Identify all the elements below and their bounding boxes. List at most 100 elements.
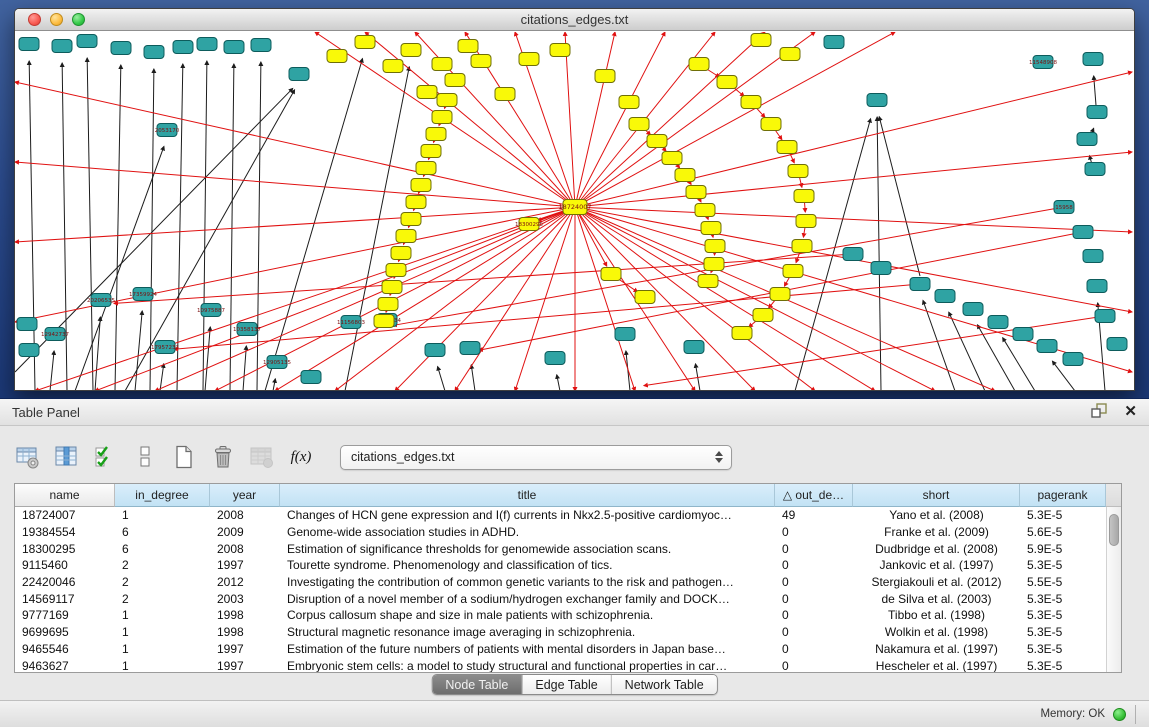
graph-node[interactable] (1077, 133, 1097, 146)
column-header-pagerank[interactable]: pagerank (1020, 484, 1106, 507)
cell-in_degree[interactable]: 1 (115, 608, 210, 622)
graph-node[interactable] (988, 316, 1008, 329)
minimize-window-button[interactable] (50, 13, 63, 26)
cell-title[interactable]: Changes of HCN gene expression and I(f) … (280, 508, 775, 522)
graph-node[interactable] (19, 344, 39, 357)
graph-node[interactable] (780, 48, 800, 61)
cell-in_degree[interactable]: 1 (115, 508, 210, 522)
cell-in_degree[interactable]: 1 (115, 659, 210, 672)
graph-node[interactable] (391, 247, 411, 260)
graph-node[interactable] (794, 190, 814, 203)
cell-out_de[interactable]: 0 (775, 525, 853, 539)
cell-year[interactable]: 1998 (210, 608, 280, 622)
cell-name[interactable]: 19384554 (15, 525, 115, 539)
graph-node[interactable]: 2053170 (155, 124, 180, 137)
graph-node[interactable] (1087, 106, 1107, 119)
close-panel-icon[interactable]: ✕ (1124, 405, 1137, 419)
graph-node[interactable] (401, 44, 421, 57)
cell-in_degree[interactable]: 6 (115, 525, 210, 539)
graph-node[interactable] (1107, 338, 1127, 351)
cell-name[interactable]: 14569117 (15, 592, 115, 606)
graph-node[interactable] (686, 186, 706, 199)
cell-pagerank[interactable]: 5.3E-5 (1020, 508, 1106, 522)
cell-name[interactable]: 9777169 (15, 608, 115, 622)
graph-node[interactable] (788, 165, 808, 178)
graph-node[interactable] (871, 262, 891, 275)
cell-year[interactable]: 1997 (210, 642, 280, 656)
graph-node[interactable] (545, 352, 565, 365)
graph-node[interactable] (197, 38, 217, 51)
close-window-button[interactable] (28, 13, 41, 26)
column-header-short[interactable]: short (853, 484, 1020, 507)
graph-node[interactable]: 10975887 (197, 304, 225, 317)
graph-node[interactable]: 12905135 (263, 356, 291, 369)
column-header-name[interactable]: name (15, 484, 115, 507)
cell-name[interactable]: 22420046 (15, 575, 115, 589)
new-file-icon[interactable] (170, 443, 198, 471)
graph-node[interactable] (378, 298, 398, 311)
graph-node[interactable]: 15958 (1054, 201, 1074, 214)
network-view[interactable]: 1154890820531701294273720206535173599241… (15, 32, 1134, 390)
cell-year[interactable]: 1997 (210, 659, 280, 672)
cell-pagerank[interactable]: 5.3E-5 (1020, 625, 1106, 639)
graph-node[interactable] (111, 42, 131, 55)
graph-node[interactable] (460, 342, 480, 355)
cell-name[interactable]: 9465546 (15, 642, 115, 656)
graph-node[interactable] (251, 39, 271, 52)
column-header-in_degree[interactable]: in_degree (115, 484, 210, 507)
cell-year[interactable]: 2009 (210, 525, 280, 539)
graph-node[interactable] (77, 35, 97, 48)
graph-node[interactable] (417, 86, 437, 99)
graph-node[interactable] (662, 152, 682, 165)
graph-node[interactable] (144, 46, 164, 59)
graph-node[interactable] (458, 40, 478, 53)
cell-pagerank[interactable]: 5.5E-5 (1020, 575, 1106, 589)
graph-node[interactable] (401, 213, 421, 226)
cell-in_degree[interactable]: 1 (115, 642, 210, 656)
table-row[interactable]: 946554611997Estimation of the future num… (15, 641, 1106, 658)
cell-name[interactable]: 18300295 (15, 542, 115, 556)
cell-in_degree[interactable]: 6 (115, 542, 210, 556)
graph-node[interactable] (1087, 280, 1107, 293)
graph-node[interactable] (1063, 353, 1083, 366)
tab-network-table[interactable]: Network Table (612, 675, 717, 694)
table-row[interactable]: 2242004622012Investigating the contribut… (15, 574, 1106, 591)
scrollbar-thumb[interactable] (1109, 514, 1119, 546)
table-selector-dropdown[interactable]: citations_edges.txt (340, 445, 732, 470)
column-header-title[interactable]: title (280, 484, 775, 507)
graph-node[interactable] (701, 222, 721, 235)
cell-pagerank[interactable]: 5.3E-5 (1020, 659, 1106, 672)
table-row[interactable]: 969969511998Structural magnetic resonanc… (15, 624, 1106, 641)
graph-node[interactable] (386, 264, 406, 277)
graph-node[interactable] (770, 288, 790, 301)
cell-out_de[interactable]: 0 (775, 542, 853, 556)
cell-pagerank[interactable]: 5.3E-5 (1020, 608, 1106, 622)
cell-title[interactable]: Estimation of significance thresholds fo… (280, 542, 775, 556)
cell-out_de[interactable]: 0 (775, 642, 853, 656)
graph-node[interactable] (432, 111, 452, 124)
tab-node-table[interactable]: Node Table (432, 675, 522, 694)
tab-edge-table[interactable]: Edge Table (522, 675, 611, 694)
graph-node[interactable] (495, 88, 515, 101)
cell-short[interactable]: Jankovic et al. (1997) (853, 558, 1020, 572)
graph-node[interactable] (421, 145, 441, 158)
graph-node[interactable] (425, 344, 445, 357)
graph-node[interactable] (963, 303, 983, 316)
graph-node[interactable] (1083, 250, 1103, 263)
float-panel-icon[interactable] (1091, 403, 1108, 421)
graph-node[interactable] (382, 281, 402, 294)
cell-title[interactable]: Corpus callosum shape and size in male p… (280, 608, 775, 622)
cell-in_degree[interactable]: 1 (115, 625, 210, 639)
graph-node[interactable] (1037, 340, 1057, 353)
graph-node[interactable] (792, 240, 812, 253)
graph-node[interactable] (629, 118, 649, 131)
graph-node[interactable] (301, 371, 321, 384)
cell-title[interactable]: Structural magnetic resonance image aver… (280, 625, 775, 639)
graph-node[interactable] (224, 41, 244, 54)
graph-node[interactable]: 17359924 (129, 288, 157, 301)
table-settings-icon[interactable] (14, 443, 42, 471)
table-row[interactable]: 1830029562008Estimation of significance … (15, 540, 1106, 557)
cell-short[interactable]: Yano et al. (2008) (853, 508, 1020, 522)
cell-year[interactable]: 2003 (210, 592, 280, 606)
graph-node[interactable]: 18300295 (515, 218, 543, 231)
